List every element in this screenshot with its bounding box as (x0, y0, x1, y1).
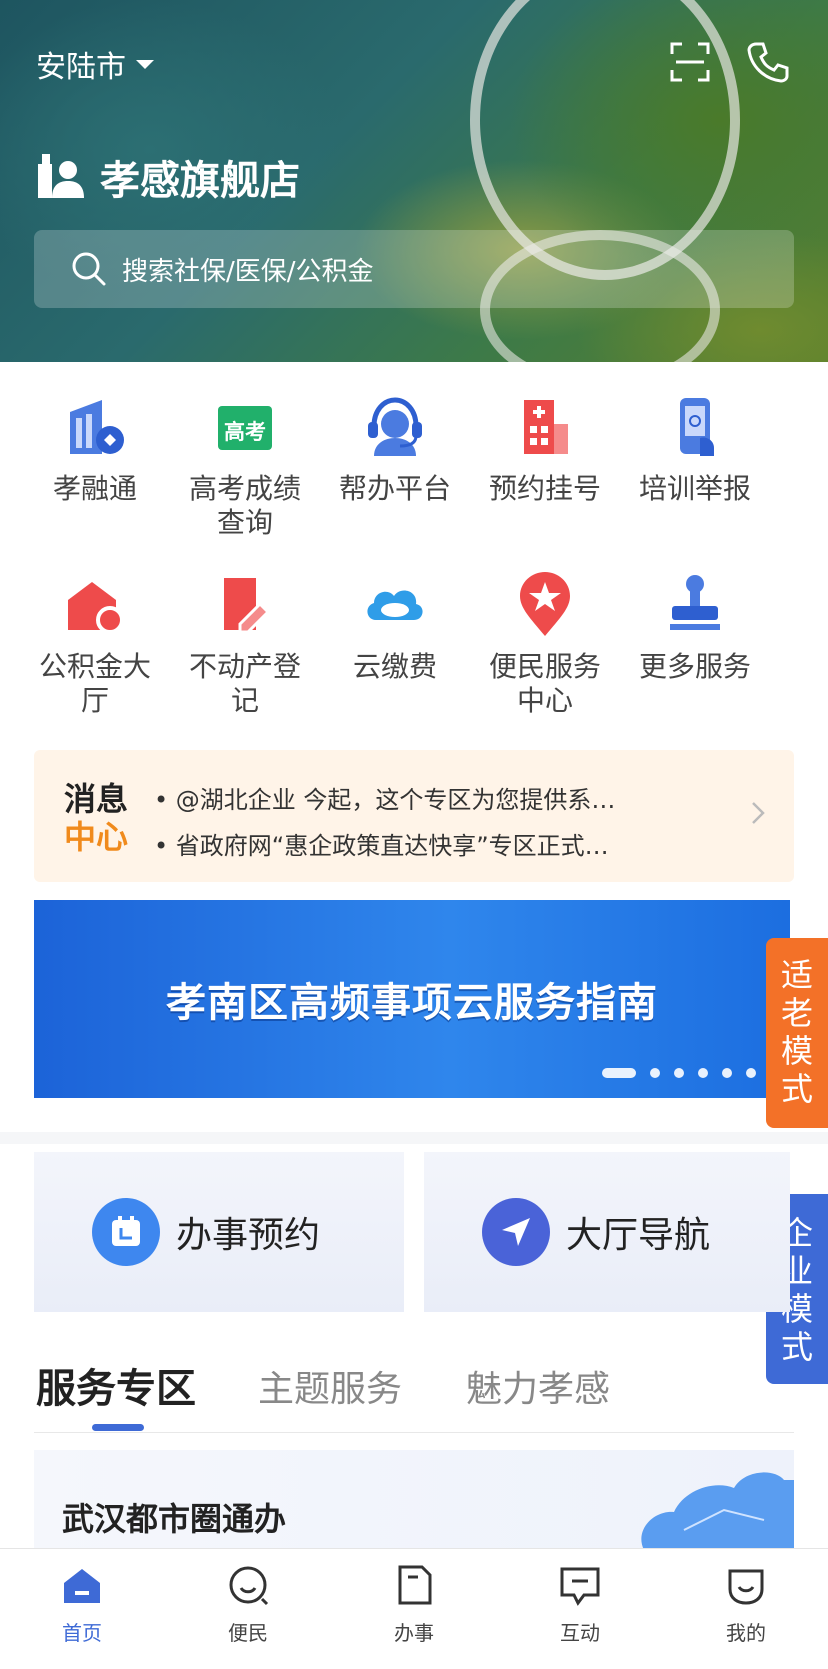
profile-icon (728, 1569, 764, 1605)
carousel-dot (602, 1068, 636, 1078)
nav-label: 便民 (228, 1621, 268, 1645)
tab-theme-service[interactable]: 主题服务 (258, 1360, 402, 1412)
nav-label: 办事 (394, 1621, 434, 1645)
search-placeholder: 搜索社保/医保/公积金 (122, 256, 374, 287)
house-fund-icon (68, 582, 124, 634)
brand-logo-icon (38, 154, 84, 198)
hall-navigation-label: 大厅导航 (566, 1215, 711, 1256)
appointment-card[interactable]: 办事预约 (34, 1152, 404, 1312)
hospital-icon (524, 400, 568, 454)
elder-mode-button[interactable]: 适老模式 (766, 938, 828, 1128)
property-register-icon (224, 578, 271, 634)
service-center-pin-icon (520, 572, 570, 636)
cloud-pay-icon (367, 590, 423, 620)
service-bangban[interactable]: 帮办平台 (315, 392, 475, 506)
service-label: 孝融通 (52, 472, 137, 505)
carousel-dot (674, 1068, 684, 1078)
nav-home[interactable]: 首页 (22, 1563, 142, 1646)
appointment-label: 办事预约 (176, 1215, 321, 1256)
calendar-icon (92, 1198, 160, 1266)
brand-name: 孝感旗舰店 (100, 158, 300, 204)
carousel-dot (722, 1068, 732, 1078)
chevron-down-icon (136, 59, 154, 69)
carousel-dot (650, 1068, 660, 1078)
carousel-dot (698, 1068, 708, 1078)
service-peixun[interactable]: 培训举报 (615, 392, 775, 506)
bottom-navigation: 首页 便民 办事 互动 我的 (0, 1548, 828, 1669)
nav-hudong[interactable]: 互动 (520, 1563, 640, 1646)
nav-label: 互动 (560, 1621, 600, 1645)
carousel-indicator (602, 1068, 756, 1078)
service-label: 帮办平台 (338, 472, 451, 505)
phone-icon[interactable] (746, 40, 790, 84)
brand-title: 孝感旗舰店 (36, 148, 300, 206)
message-tag-top: 消息 (64, 780, 129, 818)
nav-banshi[interactable]: 办事 (354, 1563, 474, 1646)
gaokao-badge: 高考 (224, 420, 266, 444)
smile-icon (229, 1566, 269, 1606)
message-tag-bottom: 中心 (64, 818, 129, 856)
service-label: 不动产登记 (188, 650, 301, 717)
message-center-tag: 消息 中心 (64, 780, 136, 856)
message-center[interactable]: 消息 中心 • @湖北企业 今起，这个专区为您提供系… • 省政府网“惠企政策直… (34, 750, 794, 882)
nav-label: 我的 (726, 1621, 766, 1645)
service-gongjijin[interactable]: 公积金大厅 (15, 570, 175, 718)
service-gaokao[interactable]: 高考 高考成绩查询 (165, 392, 325, 540)
message-line[interactable]: • @湖北企业 今起，这个专区为您提供系… (154, 780, 615, 815)
active-tab-indicator (92, 1424, 144, 1431)
hall-navigation-card[interactable]: 大厅导航 (424, 1152, 790, 1312)
banner-title: 孝南区高频事项云服务指南 (166, 980, 658, 1026)
nav-bianmin[interactable]: 便民 (188, 1563, 308, 1646)
service-bianmin-center[interactable]: 便民服务中心 (465, 570, 625, 718)
nav-label: 首页 (62, 1621, 102, 1645)
feature-title: 武汉都市圈通办 (62, 1500, 287, 1538)
feature-card[interactable]: 武汉都市圈通办 (34, 1450, 794, 1550)
elder-mode-label: 适老模式 (780, 956, 813, 1108)
service-budongchan[interactable]: 不动产登记 (165, 570, 325, 718)
finance-building-icon (70, 400, 124, 454)
tab-charm-xiaogan[interactable]: 魅力孝感 (466, 1360, 610, 1412)
service-label: 预约挂号 (488, 472, 601, 505)
service-label: 便民服务中心 (488, 650, 601, 717)
home-icon (64, 1569, 100, 1603)
scan-icon[interactable] (670, 42, 710, 82)
section-tabs: 服务专区 主题服务 魅力孝感 (36, 1350, 796, 1430)
phone-report-icon (680, 398, 714, 456)
promo-banner[interactable]: 孝南区高频事项云服务指南 (34, 900, 790, 1098)
service-label: 培训举报 (638, 472, 751, 505)
service-yunjiaofei[interactable]: 云缴费 (315, 570, 475, 684)
service-xiaorongtong[interactable]: 孝融通 (15, 392, 175, 506)
search-icon (72, 252, 106, 286)
customer-service-icon (368, 397, 422, 456)
chevron-right-icon (752, 802, 765, 824)
nav-mine[interactable]: 我的 (686, 1563, 806, 1646)
service-guahao[interactable]: 预约挂号 (465, 392, 625, 506)
service-more[interactable]: 更多服务 (615, 570, 775, 684)
city-label: 安陆市 (36, 50, 126, 85)
hero-banner: 安陆市 孝感旗舰店 搜索社保/医保/公积金 (0, 0, 828, 362)
service-label: 云缴费 (352, 650, 437, 683)
service-label: 高考成绩查询 (188, 472, 301, 539)
document-icon (398, 1565, 432, 1605)
carousel-dot (746, 1068, 756, 1078)
message-line[interactable]: • 省政府网“惠企政策直达快享”专区正式… (154, 826, 609, 861)
service-label: 公积金大厅 (38, 650, 151, 717)
stamp-icon (670, 575, 720, 630)
chat-icon (560, 1567, 600, 1606)
service-label: 更多服务 (638, 650, 751, 683)
navigation-icon (482, 1198, 550, 1266)
divider (34, 1432, 794, 1433)
search-bar[interactable]: 搜索社保/医保/公积金 (34, 230, 794, 308)
city-selector[interactable]: 安陆市 (36, 42, 154, 86)
map-illustration (641, 1472, 794, 1550)
section-separator (0, 1132, 828, 1144)
tab-service-zone[interactable]: 服务专区 (36, 1356, 196, 1414)
